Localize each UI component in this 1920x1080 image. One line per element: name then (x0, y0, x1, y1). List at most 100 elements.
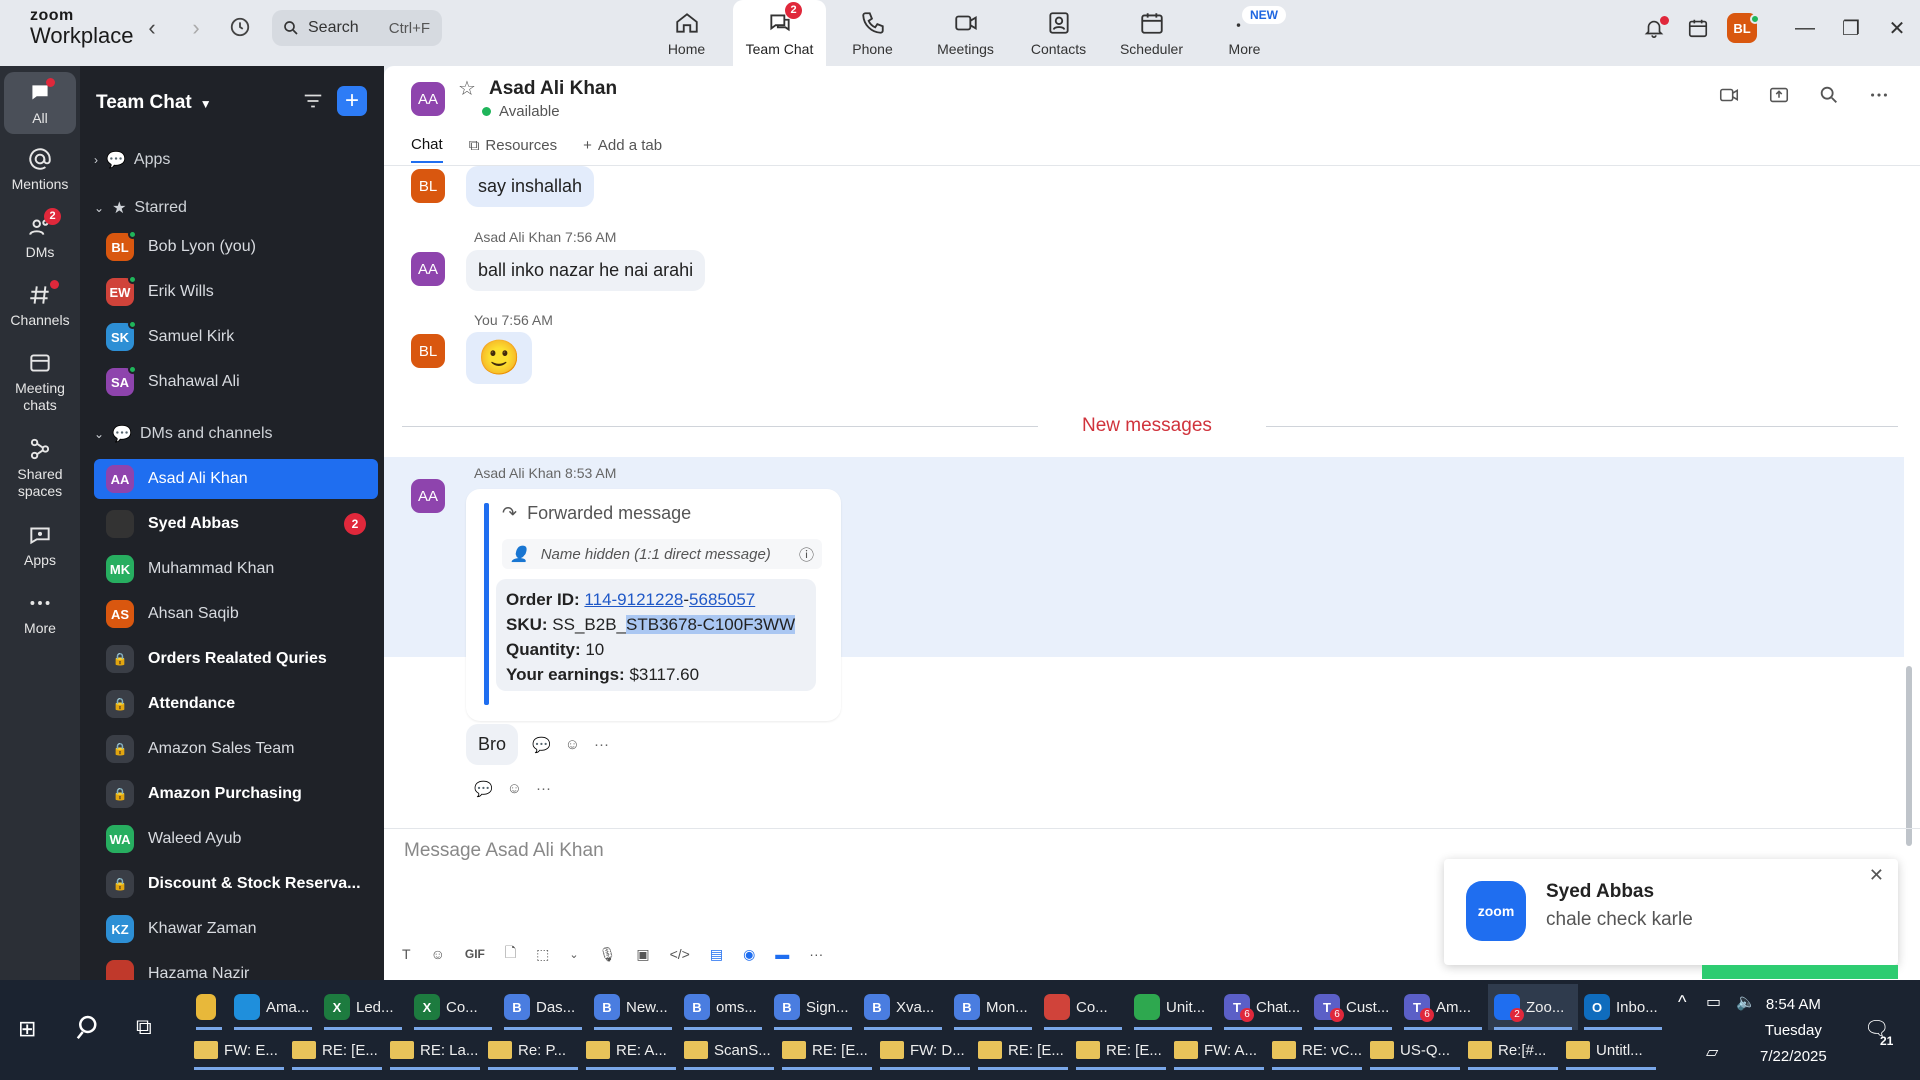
taskbar-mail-window[interactable]: FW: E... (190, 1030, 288, 1070)
more-icon[interactable]: ··· (594, 736, 609, 754)
taskbar-mail-window[interactable]: RE: [E... (974, 1030, 1072, 1070)
sidebar-item-dm[interactable]: WA Waleed Ayub (94, 819, 378, 859)
back-arrow-icon[interactable]: ‹ (140, 16, 164, 40)
forward-arrow-icon[interactable]: › (184, 16, 208, 40)
nav-contacts[interactable]: Contacts (1012, 0, 1105, 66)
sidebar-section-starred[interactable]: ⌄ ★ Starred (94, 198, 187, 218)
chevron-down-icon[interactable]: ⌄ (569, 948, 578, 961)
rail-apps[interactable]: Apps (4, 522, 76, 569)
message-avatar[interactable]: BL (411, 334, 445, 368)
taskbar-app[interactable]: Unit... (1128, 984, 1218, 1030)
scrollbar[interactable] (1906, 666, 1912, 846)
tab-resources[interactable]: ⧉ Resources (469, 136, 557, 163)
search-bar[interactable]: Search Ctrl+F (272, 10, 442, 46)
message-input[interactable]: Message Asad Ali Khan (404, 840, 604, 862)
emoji-reaction-icon[interactable]: ☺ (565, 736, 580, 754)
emoji-icon[interactable]: ☺ (431, 946, 445, 962)
message-bubble[interactable]: ball inko nazar he nai arahi (466, 250, 706, 291)
microphone-icon[interactable]: 🎙 (599, 946, 617, 963)
windows-start-icon[interactable]: ⊞ (18, 1016, 36, 1042)
video-message-icon[interactable]: ▣ (636, 946, 649, 963)
taskbar-app[interactable]: B Das... (498, 984, 588, 1030)
app-icon-2[interactable]: ◉ (743, 946, 755, 963)
sidebar-item-dm[interactable]: MK Muhammad Khan (94, 549, 378, 589)
rail-channels[interactable]: Channels (4, 280, 76, 329)
reply-icon[interactable]: 💬 (474, 780, 493, 798)
sidebar-title[interactable]: Team Chat ▼ (96, 92, 212, 114)
restore-button[interactable]: ❐ (1828, 0, 1874, 56)
message-avatar[interactable]: BL (411, 169, 445, 203)
taskbar-mail-window[interactable]: RE: vC... (1268, 1030, 1366, 1070)
search-icon[interactable] (1818, 84, 1840, 106)
taskbar-mail-window[interactable]: Re: P... (484, 1030, 582, 1070)
taskbar-search-icon[interactable] (74, 1012, 104, 1047)
taskbar-mail-window[interactable]: RE: La... (386, 1030, 484, 1070)
close-icon[interactable]: ✕ (1869, 865, 1884, 886)
calendar-button[interactable] (1676, 6, 1720, 50)
profile-button[interactable]: BL (1720, 6, 1764, 50)
taskbar-app[interactable]: T 6 Am... (1398, 984, 1488, 1030)
screenshot-icon[interactable]: ⬚ (536, 946, 549, 963)
nav-scheduler[interactable]: Scheduler (1105, 0, 1198, 66)
rail-meeting-chats[interactable]: Meeting chats (4, 350, 76, 414)
more-options-icon[interactable]: ··· (809, 946, 823, 962)
volume-icon[interactable]: 🔈 (1736, 992, 1756, 1012)
sidebar-item-starred[interactable]: EW Erik Wills (94, 272, 378, 312)
new-chat-button[interactable]: + (337, 86, 367, 116)
taskbar-mail-window[interactable]: RE: [E... (288, 1030, 386, 1070)
contact-name[interactable]: Asad Ali Khan (489, 78, 617, 100)
taskbar-app[interactable] (190, 984, 228, 1030)
sidebar-section-apps[interactable]: › 💬 Apps (94, 150, 170, 170)
system-clock[interactable]: 8:54 AM Tuesday 7/22/2025 (1760, 992, 1827, 1070)
minimize-button[interactable]: — (1782, 0, 1828, 56)
taskbar-app[interactable]: Co... (1038, 984, 1128, 1030)
info-icon[interactable]: ⓘ (799, 544, 814, 565)
nav-home[interactable]: Home (640, 0, 733, 66)
sidebar-item-starred[interactable]: SK Samuel Kirk (94, 317, 378, 357)
more-icon[interactable]: ··· (536, 780, 551, 798)
taskbar-app[interactable]: B Xva... (858, 984, 948, 1030)
message-bubble[interactable]: say inshallah (466, 166, 595, 207)
video-icon[interactable] (1718, 84, 1740, 106)
nav-meetings[interactable]: Meetings (919, 0, 1012, 66)
tab-add[interactable]: + Add a tab (583, 136, 662, 163)
rail-dms[interactable]: 2 DMs (4, 208, 76, 261)
taskbar-app[interactable]: X Co... (408, 984, 498, 1030)
taskbar-app[interactable]: Boms... (678, 984, 768, 1030)
taskbar-mail-window[interactable]: Untitl... (1562, 1030, 1660, 1070)
nav-team-chat[interactable]: 2 Team Chat (733, 0, 826, 66)
order-id-link-2[interactable]: 5685057 (689, 590, 755, 609)
sidebar-item-dm[interactable]: Syed Abbas 2 (94, 504, 378, 544)
rail-all[interactable]: All (4, 72, 76, 134)
notification-toast[interactable]: zoom Syed Abbas chale check karle ✕ (1444, 859, 1898, 965)
rail-more[interactable]: More (4, 590, 76, 637)
order-id-link-1[interactable]: 114-9121228 (584, 590, 683, 609)
more-options-icon[interactable] (1868, 84, 1890, 106)
taskbar-app[interactable]: B Mon... (948, 984, 1038, 1030)
taskbar-mail-window[interactable]: Re:[#... (1464, 1030, 1562, 1070)
sidebar-item-dm[interactable]: 🔒 Attendance (94, 684, 378, 724)
taskbar-app[interactable]: X Led... (318, 984, 408, 1030)
task-view-icon[interactable]: ⧉ (136, 1014, 152, 1040)
sidebar-item-dm[interactable]: 🔒 Amazon Sales Team (94, 729, 378, 769)
taskbar-mail-window[interactable]: RE: [E... (1072, 1030, 1170, 1070)
sidebar-item-dm[interactable]: 🔒 Orders Realated Quries (94, 639, 378, 679)
star-icon[interactable]: ☆ (458, 76, 476, 101)
taskbar-app[interactable]: B Sign... (768, 984, 858, 1030)
app-icon-1[interactable]: ▤ (710, 946, 723, 963)
taskbar-mail-window[interactable]: FW: A... (1170, 1030, 1268, 1070)
tray-chevron-icon[interactable]: ^ (1678, 992, 1686, 1013)
sidebar-section-dms[interactable]: ⌄ 💬 DMs and channels (94, 424, 273, 444)
nav-phone[interactable]: Phone (826, 0, 919, 66)
sidebar-item-starred[interactable]: SA Shahawal Ali (94, 362, 378, 402)
rail-shared-spaces[interactable]: Shared spaces (4, 436, 76, 500)
code-icon[interactable]: </> (670, 946, 690, 962)
taskbar-mail-window[interactable]: US-Q... (1366, 1030, 1464, 1070)
tab-chat[interactable]: Chat (411, 136, 443, 163)
notifications-button[interactable] (1632, 6, 1676, 50)
taskbar-app[interactable]: T 6 Cust... (1308, 984, 1398, 1030)
taskbar-mail-window[interactable]: ScanS... (680, 1030, 778, 1070)
taskbar-app[interactable]: B New... (588, 984, 678, 1030)
emoji-message[interactable]: 🙂 (466, 332, 533, 384)
forwarded-message-card[interactable]: ↷ Forwarded message 👤 Name hidden (1:1 dir… (466, 489, 841, 721)
